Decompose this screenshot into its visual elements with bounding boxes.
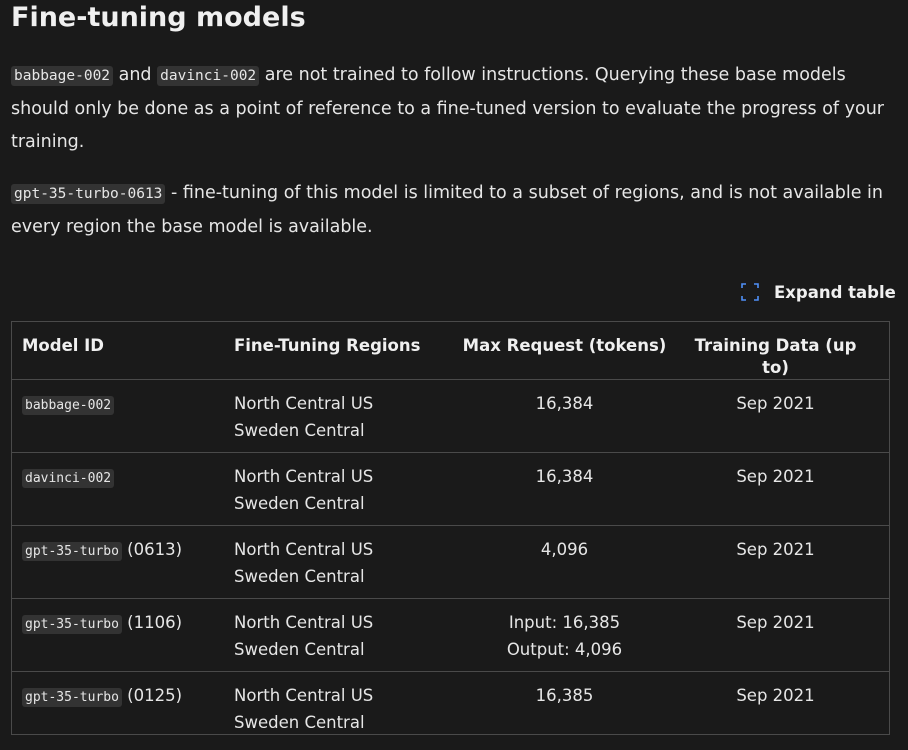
cell-regions: North Central US Sweden Central bbox=[228, 599, 447, 672]
inline-code-davinci: davinci-002 bbox=[157, 66, 260, 86]
region-item: Sweden Central bbox=[234, 493, 365, 513]
region-item: North Central US bbox=[234, 613, 374, 632]
cell-max-request: 4,096 bbox=[447, 526, 682, 599]
expand-table-label: Expand table bbox=[774, 282, 896, 302]
cell-training-data: Sep 2021 bbox=[736, 394, 815, 413]
models-table-container: Model ID Fine-Tuning Regions Max Request… bbox=[11, 321, 890, 735]
region-item: Sweden Central bbox=[234, 712, 365, 732]
header-regions: Fine-Tuning Regions bbox=[234, 336, 421, 355]
max-request-value: Input: 16,385 bbox=[508, 613, 621, 632]
cell-regions: North Central US Sweden Central bbox=[228, 380, 447, 453]
cell-max-request: Input: 16,385 Output: 4,096 bbox=[447, 599, 682, 672]
region-item: North Central US bbox=[234, 467, 374, 486]
page-title: Fine-tuning models bbox=[11, 2, 306, 33]
model-version: (0125) bbox=[127, 686, 183, 705]
cell-max-request: 16,384 bbox=[447, 453, 682, 526]
cell-model-id: gpt-35-turbo (0125) bbox=[12, 672, 228, 745]
models-table: Model ID Fine-Tuning Regions Max Request… bbox=[12, 322, 889, 745]
paragraph-base-models: babbage-002 and davinci-002 are not trai… bbox=[11, 59, 903, 159]
header-max-request: Max Request (tokens) bbox=[462, 336, 667, 355]
cell-training-data: Sep 2021 bbox=[736, 686, 815, 705]
cell-training-data: Sep 2021 bbox=[736, 613, 815, 632]
table-header-row: Model ID Fine-Tuning Regions Max Request… bbox=[12, 322, 889, 380]
cell-model-id: davinci-002 bbox=[12, 453, 228, 526]
max-request-value: Output: 4,096 bbox=[506, 639, 623, 659]
cell-max-request: 16,385 bbox=[447, 672, 682, 745]
model-code: gpt-35-turbo bbox=[22, 688, 122, 707]
cell-model-id: gpt-35-turbo (1106) bbox=[12, 599, 228, 672]
cell-model-id: gpt-35-turbo (0613) bbox=[12, 526, 228, 599]
expand-icon bbox=[741, 283, 759, 301]
model-code: gpt-35-turbo bbox=[22, 542, 122, 561]
cell-regions: North Central US Sweden Central bbox=[228, 453, 447, 526]
table-row: babbage-002 North Central US Sweden Centr… bbox=[12, 379, 889, 453]
model-code: babbage-002 bbox=[22, 396, 115, 415]
header-model-id: Model ID bbox=[22, 336, 104, 355]
table-row: gpt-35-turbo (0125) North Central US Swed… bbox=[12, 671, 889, 745]
header-training-data: Training Data (up to) bbox=[694, 336, 857, 377]
paragraph-conjunction: and bbox=[118, 65, 152, 85]
expand-table-button[interactable]: Expand table bbox=[741, 280, 896, 304]
max-request-value: 4,096 bbox=[540, 540, 589, 559]
page: Fine-tuning models babbage-002 and davin… bbox=[0, 0, 908, 750]
cell-model-id: babbage-002 bbox=[12, 380, 228, 453]
model-code: gpt-35-turbo bbox=[22, 615, 122, 634]
model-code: davinci-002 bbox=[22, 469, 115, 488]
cell-training-data: Sep 2021 bbox=[736, 467, 815, 486]
model-version: (1106) bbox=[127, 613, 183, 632]
cell-regions: North Central US Sweden Central bbox=[228, 672, 447, 745]
paragraph-regions-note: gpt-35-turbo-0613 - fine-tuning of this … bbox=[11, 177, 903, 244]
cell-max-request: 16,384 bbox=[447, 380, 682, 453]
region-item: North Central US bbox=[234, 686, 374, 705]
region-item: Sweden Central bbox=[234, 566, 365, 586]
cell-regions: North Central US Sweden Central bbox=[228, 526, 447, 599]
table-row: gpt-35-turbo (1106) North Central US Swed… bbox=[12, 598, 889, 672]
table-row: gpt-35-turbo (0613) North Central US Swed… bbox=[12, 525, 889, 599]
cell-training-data: Sep 2021 bbox=[736, 540, 815, 559]
region-item: Sweden Central bbox=[234, 639, 365, 659]
region-item: North Central US bbox=[234, 394, 374, 413]
region-item: Sweden Central bbox=[234, 420, 365, 440]
max-request-value: 16,385 bbox=[535, 686, 594, 705]
inline-code-gpt35-0613: gpt-35-turbo-0613 bbox=[11, 184, 166, 204]
region-item: North Central US bbox=[234, 540, 374, 559]
max-request-value: 16,384 bbox=[535, 467, 594, 486]
inline-code-babbage: babbage-002 bbox=[11, 66, 114, 86]
model-version: (0613) bbox=[127, 540, 183, 559]
max-request-value: 16,384 bbox=[535, 394, 594, 413]
table-row: davinci-002 North Central US Sweden Centr… bbox=[12, 452, 889, 526]
